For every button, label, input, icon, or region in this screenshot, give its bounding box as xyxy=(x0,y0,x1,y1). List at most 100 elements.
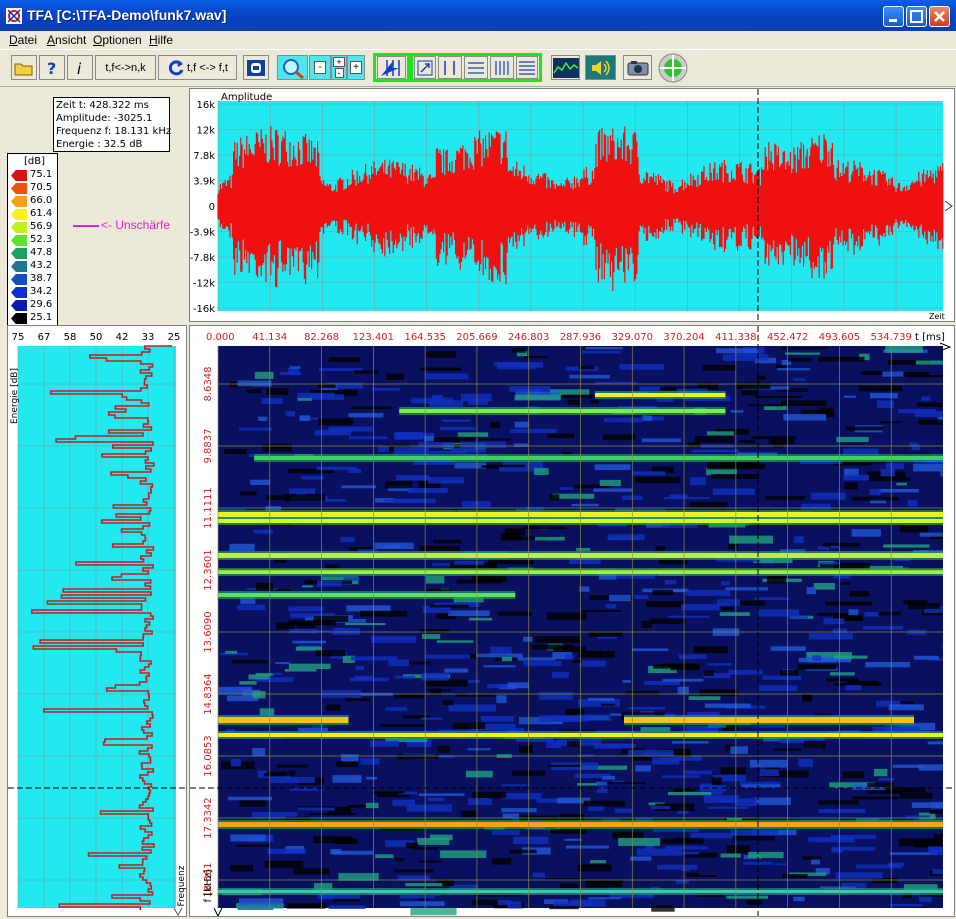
spectrogram-texture xyxy=(867,782,895,787)
spectrogram-texture xyxy=(292,640,326,644)
spectrogram-texture xyxy=(370,740,399,747)
zoom-out-button[interactable]: - xyxy=(309,55,331,80)
audio-play-button[interactable] xyxy=(585,55,616,80)
print-button[interactable] xyxy=(243,55,269,80)
spectrogram-texture xyxy=(512,348,526,353)
help-button[interactable]: ? xyxy=(39,55,65,80)
spectrogram-texture xyxy=(264,860,304,869)
spectrogram-texture xyxy=(662,678,704,682)
spectrogram-texture xyxy=(675,879,689,884)
spectrogram-texture xyxy=(864,612,879,617)
spectrogram-texture xyxy=(686,872,699,877)
maximize-button[interactable] xyxy=(906,6,927,27)
toolbar: ? i t,f<->n,k t,f <-> f,t - + - + xyxy=(0,49,956,87)
marker-horizontal-button[interactable] xyxy=(464,56,488,79)
swap-ft-button[interactable]: t,f <-> f,t xyxy=(158,55,237,80)
spectrogram-texture xyxy=(254,530,272,534)
spectrogram-texture xyxy=(699,689,738,697)
spectrogram-texture xyxy=(590,399,599,404)
camera-button[interactable] xyxy=(623,55,652,80)
spectrogram-texture xyxy=(428,477,465,484)
waveform-y-tick: 3.9k xyxy=(193,177,215,188)
energy-x-tick: 33 xyxy=(142,332,155,343)
spectrogram-texture xyxy=(481,465,490,468)
zoom-step-minus[interactable]: - xyxy=(334,68,344,78)
legend-level: 29.6 xyxy=(10,299,56,312)
spectrogram-time-tick: 0.000 xyxy=(206,332,235,343)
menu-ansicht[interactable]: Ansicht xyxy=(47,33,86,47)
waveform-panel[interactable]: 16k 12k 7.8k 3.9k 0 -3.9k -7.8k -12k -16k Amplitu… xyxy=(189,88,955,322)
marker-multi-horizontal-button[interactable] xyxy=(516,56,538,79)
spectrogram-texture xyxy=(635,476,681,484)
menu-datei[interactable]: Datei xyxy=(9,33,37,47)
open-file-button[interactable] xyxy=(11,55,37,80)
swap-nk-button[interactable]: t,f<->n,k xyxy=(95,55,156,80)
spectrogram-texture xyxy=(567,399,581,405)
legend-value: 66.0 xyxy=(30,195,53,206)
menu-hilfe-label: ilfe xyxy=(157,33,174,47)
title-bar[interactable]: TFA [C:\TFA-Demo\funk7.wav] xyxy=(0,0,956,31)
legend-value: 70.5 xyxy=(30,182,53,193)
spectrogram-texture xyxy=(328,905,366,909)
spectrogram-texture xyxy=(677,686,689,695)
spectrogram-chart[interactable]: 0.000 41.134 82.268 123.401 164.535 205.669 24… xyxy=(190,326,954,916)
spectrogram-texture xyxy=(846,680,879,685)
waveform-x-label: Zeit xyxy=(929,312,945,321)
energy-chart[interactable]: 75 67 58 50 42 33 25 Energie [dB] Frequenz xyxy=(8,326,186,916)
folder-icon xyxy=(14,63,33,75)
spectrum-view-button[interactable] xyxy=(551,55,580,80)
spectrogram-texture xyxy=(497,900,512,906)
menu-optionen[interactable]: Optionen xyxy=(93,33,142,47)
spectrogram-texture xyxy=(483,665,516,668)
spectrogram-texture xyxy=(721,606,733,611)
spectrogram-texture xyxy=(341,485,377,489)
waveform-chart[interactable]: 16k 12k 7.8k 3.9k 0 -3.9k -7.8k -12k -16k Amplitu… xyxy=(190,89,954,321)
marker-point-button[interactable] xyxy=(414,56,436,79)
close-button[interactable] xyxy=(929,6,950,27)
spectrogram-texture xyxy=(452,722,486,729)
legend-level: 75.1 xyxy=(10,169,56,182)
menu-datei-label: atei xyxy=(17,33,38,47)
spectrogram-texture xyxy=(405,842,419,849)
info-button[interactable]: i xyxy=(67,55,93,80)
zoom-in-label: + xyxy=(350,61,362,74)
menu-hilfe[interactable]: Hilfe xyxy=(149,33,173,47)
zoom-in-button[interactable]: + xyxy=(347,55,365,80)
spectrogram-texture xyxy=(704,703,751,708)
minimize-icon xyxy=(889,19,897,22)
spectrogram-texture xyxy=(882,371,904,377)
spectrogram-texture xyxy=(418,793,465,796)
spectrogram-texture xyxy=(942,642,943,649)
spectrogram-texture xyxy=(333,899,361,902)
zoom-button[interactable] xyxy=(277,55,308,80)
marker-multi-vertical-button[interactable] xyxy=(490,56,514,79)
marker-vertical-button[interactable] xyxy=(438,56,462,79)
target-button[interactable] xyxy=(656,53,689,82)
spectrogram-texture xyxy=(437,640,474,643)
spectrogram-texture xyxy=(372,791,405,794)
spectrogram-texture xyxy=(918,419,943,425)
crosshair-target-icon xyxy=(658,53,687,82)
zoom-step-plus[interactable]: + xyxy=(333,57,345,67)
minimize-button[interactable] xyxy=(883,6,904,27)
spectrogram-panel[interactable]: 0.000 41.134 82.268 123.401 164.535 205.669 24… xyxy=(189,325,955,917)
spectrogram-texture xyxy=(395,675,415,679)
spectrogram-texture xyxy=(720,853,741,858)
spectrogram-texture xyxy=(267,848,306,854)
spectrogram-texture xyxy=(812,655,822,661)
spectrogram-texture xyxy=(468,398,488,405)
spectrogram-texture xyxy=(328,357,360,363)
spectrogram-texture xyxy=(345,623,386,626)
zoom-step-buttons[interactable]: + - xyxy=(331,55,347,80)
energy-panel[interactable]: 75 67 58 50 42 33 25 Energie [dB] Frequenz xyxy=(7,325,187,917)
spectrogram-texture xyxy=(603,434,635,441)
legend-swatch xyxy=(11,248,27,259)
spectrogram-texture xyxy=(567,740,580,747)
legend-level: 25.1 xyxy=(10,312,56,325)
spectrogram-texture xyxy=(769,438,795,444)
spectrogram-texture xyxy=(360,610,408,617)
spectrogram-texture xyxy=(887,862,905,867)
cursor-pointer-button[interactable] xyxy=(377,56,406,79)
spectrogram-texture xyxy=(916,402,943,407)
spectrogram-texture xyxy=(655,546,665,551)
